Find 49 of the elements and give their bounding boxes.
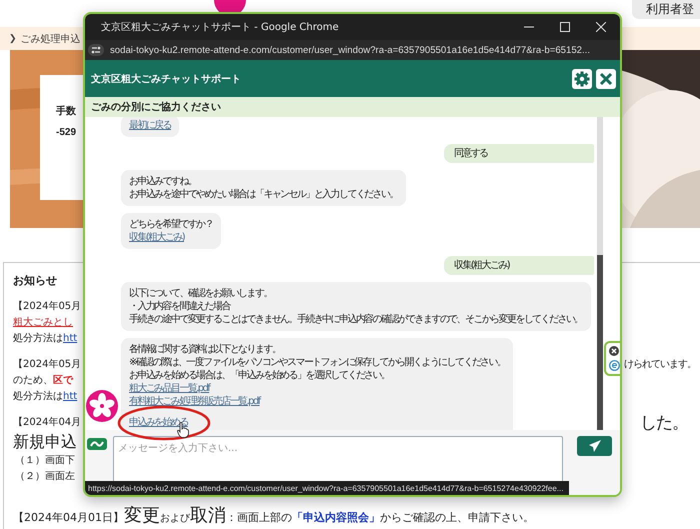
url-link[interactable]: htt: [63, 333, 78, 344]
message-link[interactable]: 最初に戻る: [129, 119, 172, 132]
message-text: 収集(粗大ごみ): [454, 259, 510, 272]
chat-title: 文京区粗大ごみチャットサポート: [91, 72, 241, 86]
breadcrumb-link[interactable]: ごみ処理申込: [20, 32, 81, 46]
inquiry-link[interactable]: 「申込内容照会」: [292, 511, 380, 524]
notice-line: 【2024年04月01日】変更および取消：画面上部の「申込内容照会」からご確認の上、申請下さい。: [13, 505, 534, 528]
notice-text: のため、区で: [13, 374, 73, 388]
notice-text: けられています。: [624, 358, 696, 372]
notice-text: （２）画面左: [14, 470, 75, 484]
send-icon: [588, 440, 600, 452]
card-title: 手数: [56, 105, 76, 118]
close-icon[interactable]: [596, 22, 606, 32]
window-title: 文京区粗大ごみチャットサポート - Google Chrome: [101, 20, 339, 34]
notice-text: 【2024年05月: [13, 358, 82, 372]
message-text: どちらを希望ですか？: [129, 218, 214, 231]
banner-text: ごみの分別にご協力ください: [91, 100, 221, 114]
notice-text: した。: [640, 415, 688, 431]
card-code: -529: [56, 126, 76, 139]
message-text: 同意する: [454, 147, 488, 160]
gear-icon: [574, 70, 590, 86]
message-text: 各情報に関する資料は以下となります。 ※確認の際は、一度ファイルをパソコンやスマートフォンに保存してから開くようにしてください。 お申込みを始める場合は、「申込みを始める」を選択してください。: [129, 343, 506, 382]
settings-button[interactable]: [572, 68, 592, 88]
notices-title: お知らせ: [13, 273, 57, 289]
message-text: お申込みですね。 お申込みを途中でやめたい場合は「キャンセル」と入力してください。: [129, 175, 398, 201]
notice-text: 処分方法はhtt: [13, 332, 78, 346]
message-link[interactable]: 有料粗大ごみ処理券販売店一覧.pdf: [129, 395, 260, 408]
close-circle-icon[interactable]: [609, 346, 619, 356]
notice-text: 【2024年04月: [13, 416, 82, 430]
url-text: sodai-tokyo-ku2.remote-attend-e.com/customer/user_window?ra-a=6357905501a16e1d5e414d77&ra-b=65152...: [110, 44, 590, 56]
message-text: 以下について、確認をお願いします。 ・入力内容を間違えた場合 手続きの途中で変更することはできません。手続き中に申込内容の確認ができますので、そこから変更をしてください。: [129, 287, 583, 326]
message-link[interactable]: 粗大ごみ品目一覧.pdf: [129, 382, 210, 395]
notice-text: 処分方法はhtt: [13, 390, 78, 404]
logo-icon: [214, 0, 246, 12]
notice-text: 新規申込: [13, 431, 77, 453]
e-circle-icon[interactable]: [608, 360, 620, 371]
close-button[interactable]: [596, 68, 616, 88]
site-settings-icon[interactable]: [88, 44, 104, 56]
chevron-icon: ❯: [9, 34, 17, 44]
notice-text: 【2024年05月: [13, 300, 82, 314]
maximize-icon[interactable]: [560, 22, 570, 32]
close-icon: [599, 72, 613, 86]
notice-text: （１）画面下: [14, 454, 75, 468]
url-link[interactable]: htt: [63, 391, 78, 402]
scrollbar[interactable]: [597, 117, 603, 430]
send-button[interactable]: [577, 436, 612, 456]
register-button[interactable]: 利用者登: [632, 0, 700, 19]
message-link[interactable]: 収集(粗大ごみ): [129, 231, 184, 244]
flower-avatar-icon: [86, 390, 118, 422]
